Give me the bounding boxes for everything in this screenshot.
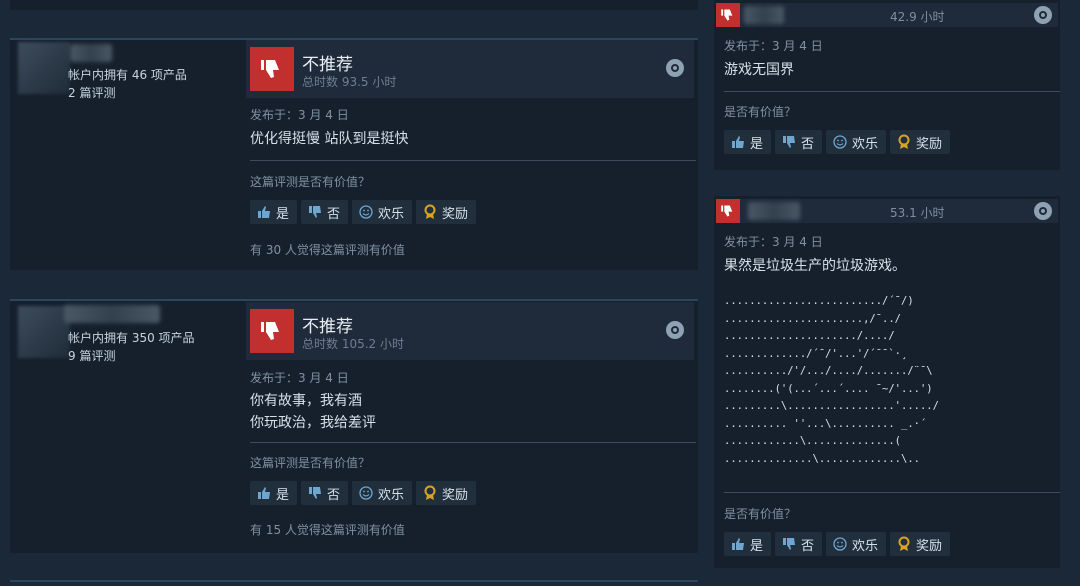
review-card-partial-top [10, 0, 698, 10]
vote-no-label: 否 [801, 136, 815, 152]
author-name[interactable] [748, 202, 800, 220]
review-body: 果然是垃圾生产的垃圾游戏。 [724, 258, 906, 274]
thumbs-down-icon [781, 134, 797, 150]
posted-date: 发布于：3 月 4 日 [724, 39, 823, 53]
vote-yes-label: 是 [276, 487, 290, 503]
vote-yes-button[interactable]: 是 [250, 200, 298, 224]
author-name[interactable] [70, 44, 112, 62]
divider [724, 492, 1060, 493]
smiley-icon [358, 204, 374, 220]
helpful-question: 是否有价值？ [724, 105, 797, 119]
thumbs-down-icon [716, 199, 740, 223]
divider [250, 442, 696, 443]
vote-funny-label: 欢乐 [852, 136, 879, 152]
steam-icon [1034, 6, 1052, 24]
award-icon [422, 204, 438, 220]
posted-date: 发布于：3 月 4 日 [724, 235, 823, 249]
avatar[interactable] [18, 306, 70, 358]
award-label: 奖励 [442, 206, 469, 222]
vote-yes-button[interactable]: 是 [250, 481, 298, 505]
vote-funny-label: 欢乐 [378, 487, 405, 503]
hours-played: 总时数 93.5 小时 [302, 75, 397, 89]
helpful-question: 这篇评测是否有价值？ [250, 456, 371, 470]
steam-icon [1034, 202, 1052, 220]
vote-funny-button[interactable]: 欢乐 [826, 130, 887, 154]
avatar[interactable] [18, 42, 70, 94]
steam-icon [666, 59, 684, 77]
award-icon [896, 134, 912, 150]
rating-buttons: 是 否 欢乐 奖励 [724, 532, 951, 556]
steam-icon [666, 321, 684, 339]
rating-buttons: 是 否 欢乐 奖励 [250, 481, 477, 505]
thumbs-down-icon [250, 47, 294, 91]
vote-yes-label: 是 [276, 206, 290, 222]
author-review-count[interactable]: 9 篇评测 [68, 347, 115, 365]
review-body: 优化得挺慢 站队到是挺快 [250, 131, 409, 147]
thumbs-up-icon [730, 134, 746, 150]
vote-funny-button[interactable]: 欢乐 [826, 532, 887, 556]
helpful-count: 有 15 人觉得这篇评测有价值 [250, 523, 405, 537]
award-icon [896, 536, 912, 552]
vote-header[interactable]: 不推荐 总时数 93.5 小时 [246, 40, 694, 98]
vote-no-label: 否 [327, 487, 341, 503]
thumbs-down-icon [716, 3, 740, 27]
ascii-art: ........................./´¯/) .........… [724, 295, 939, 465]
posted-date: 发布于：3 月 4 日 [250, 371, 349, 385]
helpful-question: 是否有价值？ [724, 507, 797, 521]
author-review-count[interactable]: 2 篇评测 [68, 84, 115, 102]
award-button[interactable]: 奖励 [890, 532, 951, 556]
vote-yes-button[interactable]: 是 [724, 130, 772, 154]
award-icon [422, 485, 438, 501]
vote-no-button[interactable]: 否 [775, 532, 823, 556]
smiley-icon [358, 485, 374, 501]
thumbs-down-icon [307, 204, 323, 220]
thumbs-up-icon [730, 536, 746, 552]
award-button[interactable]: 奖励 [416, 200, 477, 224]
vote-no-button[interactable]: 否 [301, 481, 349, 505]
vote-title: 不推荐 [302, 55, 353, 75]
hours-played: 总时数 105.2 小时 [302, 337, 404, 351]
thumbs-down-icon [307, 485, 323, 501]
vote-yes-button[interactable]: 是 [724, 532, 772, 556]
vote-yes-label: 是 [750, 136, 764, 152]
hours-played: 42.9 小时 [890, 10, 945, 24]
award-button[interactable]: 奖励 [416, 481, 477, 505]
divider [250, 160, 696, 161]
author-products: 帐户内拥有 46 项产品 [68, 68, 187, 82]
vote-title: 不推荐 [302, 317, 353, 337]
award-label: 奖励 [442, 487, 469, 503]
vote-header[interactable]: 不推荐 总时数 105.2 小时 [246, 302, 694, 360]
review-card-divider [10, 580, 698, 582]
vote-funny-button[interactable]: 欢乐 [352, 200, 413, 224]
author-name[interactable] [64, 305, 160, 323]
vote-funny-label: 欢乐 [378, 206, 405, 222]
helpful-question: 这篇评测是否有价值？ [250, 175, 371, 189]
thumbs-up-icon [256, 485, 272, 501]
vote-yes-label: 是 [750, 538, 764, 554]
vote-no-button[interactable]: 否 [775, 130, 823, 154]
vote-funny-button[interactable]: 欢乐 [352, 481, 413, 505]
divider [724, 91, 1060, 92]
award-label: 奖励 [916, 136, 943, 152]
rating-buttons: 是 否 欢乐 奖励 [724, 130, 951, 154]
vote-no-label: 否 [801, 538, 815, 554]
helpful-count: 有 30 人觉得这篇评测有价值 [250, 243, 405, 257]
thumbs-down-icon [781, 536, 797, 552]
review-body: 游戏无国界 [724, 62, 794, 78]
award-button[interactable]: 奖励 [890, 130, 951, 154]
thumbs-down-icon [250, 309, 294, 353]
smiley-icon [832, 134, 848, 150]
posted-date: 发布于：3 月 4 日 [250, 108, 349, 122]
smiley-icon [832, 536, 848, 552]
vote-funny-label: 欢乐 [852, 538, 879, 554]
author-name[interactable] [744, 6, 784, 24]
vote-no-label: 否 [327, 206, 341, 222]
vote-no-button[interactable]: 否 [301, 200, 349, 224]
thumbs-up-icon [256, 204, 272, 220]
author-products: 帐户内拥有 350 项产品 [68, 331, 195, 345]
rating-buttons: 是 否 欢乐 奖励 [250, 200, 477, 224]
award-label: 奖励 [916, 538, 943, 554]
hours-played: 53.1 小时 [890, 206, 945, 220]
review-body: 你有故事，我有酒 你玩政治，我给差评 [250, 393, 376, 431]
